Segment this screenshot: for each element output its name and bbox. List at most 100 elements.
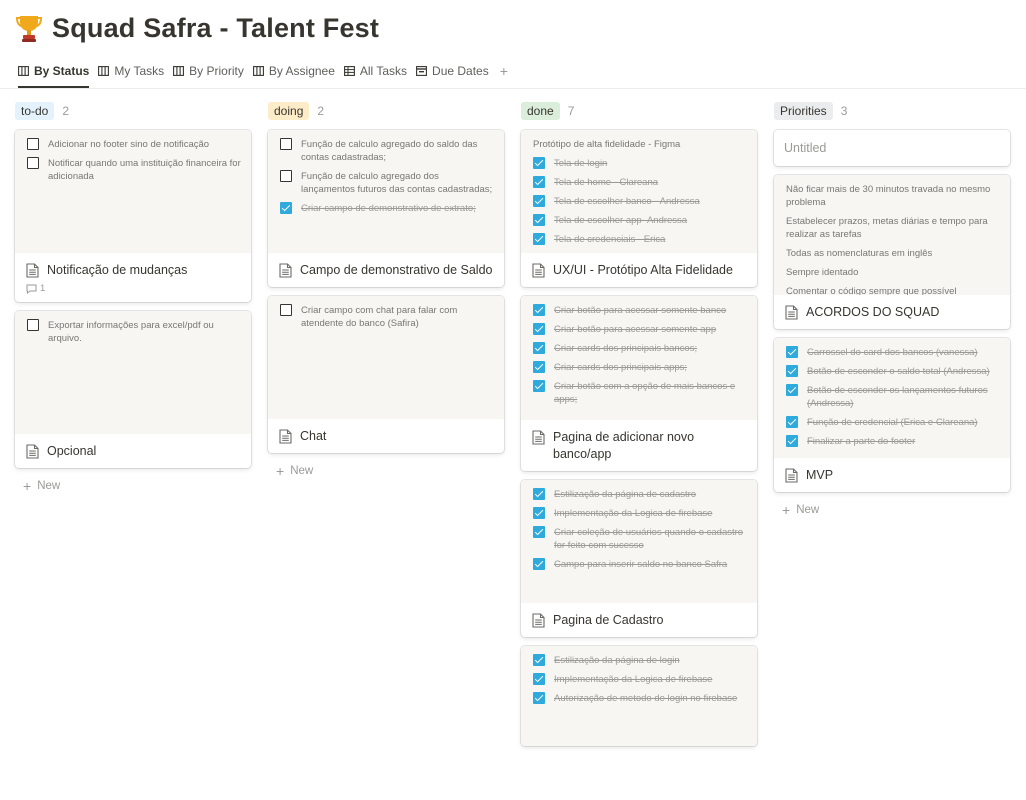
todo-item: Tela de home - Clareana: [533, 176, 747, 189]
view-tab-by-assignee[interactable]: By Assignee: [249, 60, 340, 82]
checkbox-checked[interactable]: [786, 384, 798, 396]
view-tab-due-dates[interactable]: Due Dates: [412, 60, 494, 82]
todo-item: Exportar informações para excel/pdf ou a…: [27, 319, 241, 345]
checkbox-checked[interactable]: [533, 214, 545, 226]
add-view-button[interactable]: +: [500, 63, 508, 79]
todo-text: Criar botão para acessar somente banco: [554, 305, 727, 316]
checkbox[interactable]: [280, 304, 292, 316]
card-title: MVP: [806, 468, 834, 482]
checkbox-checked[interactable]: [533, 304, 545, 316]
board-card[interactable]: Protótipo de alta fidelidade - Figma Tela…: [521, 130, 757, 287]
comment-icon: [26, 284, 40, 294]
checkbox[interactable]: [280, 170, 292, 182]
card-title-row: Pagina de Cadastro: [521, 603, 757, 637]
board-card[interactable]: Estilização da página de login Implementa…: [521, 646, 757, 746]
view-tab-by-priority[interactable]: By Priority: [169, 60, 249, 82]
todo-item: Função de calculo agregado dos lançament…: [280, 170, 494, 196]
todo-item: Função de credencial (Erica e Clareana): [786, 416, 1000, 429]
checkbox[interactable]: [27, 157, 39, 169]
card-title: Campo de demonstrativo de Saldo: [300, 263, 493, 277]
page-icon: [785, 305, 798, 320]
checkbox-checked[interactable]: [533, 195, 545, 207]
preview-line: Não ficar mais de 30 minutos travada no …: [786, 184, 991, 208]
todo-item: Finalizar a parte do footer: [786, 435, 1000, 448]
card-title: Pagina de Cadastro: [553, 613, 664, 627]
checkbox-checked[interactable]: [786, 416, 798, 428]
board-icon: [98, 66, 114, 76]
view-tab-all-tasks[interactable]: All Tasks: [340, 60, 412, 82]
checkbox-checked[interactable]: [533, 157, 545, 169]
board-card[interactable]: Estilização da página de cadastro Impleme…: [521, 480, 757, 637]
checkbox-checked[interactable]: [533, 654, 545, 666]
board-icon: [18, 66, 34, 76]
card-preview: Exportar informações para excel/pdf ou a…: [15, 311, 251, 434]
card-title-row: Opcional: [15, 434, 251, 468]
view-tab-by-status[interactable]: By Status: [14, 60, 94, 88]
todo-item: Estilização da página de login: [533, 654, 747, 667]
checkbox-checked[interactable]: [280, 202, 292, 214]
view-tabs: By Status My Tasks By Priority By Assignee A…: [14, 60, 508, 88]
card-title-row: MVP: [774, 458, 1010, 492]
checkbox-checked[interactable]: [533, 673, 545, 685]
board-card[interactable]: Criar botão para acessar somente banco Cr…: [521, 296, 757, 471]
checkbox[interactable]: [27, 138, 39, 150]
todo-text: Tela de escolher app- Andressa: [554, 215, 688, 226]
checkbox-checked[interactable]: [533, 526, 545, 538]
todo-text: Botão de esconder os lançamentos futuros…: [807, 385, 988, 409]
status-badge[interactable]: doing: [268, 102, 310, 120]
todo-text: Tela de escolher banco - Andressa: [554, 196, 700, 207]
status-badge[interactable]: Priorities: [774, 102, 833, 120]
board-card[interactable]: Criar campo com chat para falar com aten…: [268, 296, 504, 453]
card-preview: Não ficar mais de 30 minutos travada no …: [774, 175, 1010, 295]
comment-count-value: 1: [40, 283, 46, 294]
card-preview: Criar botão para acessar somente banco Cr…: [521, 296, 757, 420]
page-icon: [785, 468, 798, 483]
todo-text: Autorização de metodo de login no fireba…: [554, 693, 738, 704]
checkbox-checked[interactable]: [533, 361, 545, 373]
page-icon: [26, 444, 39, 459]
preview-line: Comentar o código sempre que possível: [786, 286, 957, 295]
checkbox-checked[interactable]: [786, 346, 798, 358]
todo-text: Tela de credenciais - Erica: [554, 234, 666, 245]
checkbox-checked[interactable]: [533, 342, 545, 354]
new-card-button[interactable]: + New: [15, 477, 251, 495]
board-card[interactable]: Exportar informações para excel/pdf ou a…: [15, 311, 251, 468]
new-card-button[interactable]: + New: [268, 462, 504, 480]
board-card[interactable]: Untitled: [774, 130, 1010, 166]
preview-line: Sempre identado: [786, 267, 859, 278]
checkbox-checked[interactable]: [533, 380, 545, 392]
page-icon: [532, 613, 545, 628]
board-card[interactable]: Não ficar mais de 30 minutos travada no …: [774, 175, 1010, 329]
todo-item: Implementação da Logica de firebase: [533, 673, 747, 686]
checkbox-checked[interactable]: [533, 488, 545, 500]
checkbox-checked[interactable]: [533, 176, 545, 188]
checkbox-checked[interactable]: [786, 435, 798, 447]
checkbox-checked[interactable]: [533, 233, 545, 245]
checkbox[interactable]: [280, 138, 292, 150]
board-card[interactable]: Adicionar no footer sino de notificação N…: [15, 130, 251, 302]
checkbox-checked[interactable]: [533, 692, 545, 704]
board-card[interactable]: Carrossel do card dos bancos (vanessa) Bo…: [774, 338, 1010, 492]
new-card-button[interactable]: + New: [774, 501, 1010, 519]
status-badge[interactable]: done: [521, 102, 560, 120]
todo-text: Adicionar no footer sino de notificação: [48, 139, 210, 150]
view-tab-label: All Tasks: [359, 64, 408, 78]
todo-text: Carrossel do card dos bancos (vanessa): [807, 347, 978, 358]
todo-item: Tela de escolher app- Andressa: [533, 214, 747, 227]
page-icon: [279, 429, 292, 444]
checkbox-checked[interactable]: [786, 365, 798, 377]
board-card[interactable]: Função de calculo agregado do saldo das …: [268, 130, 504, 287]
trophy-icon: [15, 13, 43, 43]
checkbox-checked[interactable]: [533, 323, 545, 335]
card-title-row: Notificação de mudanças: [15, 253, 251, 287]
todo-item: Campo para inserir saldo no banco Safra: [533, 558, 747, 571]
status-badge[interactable]: to-do: [15, 102, 55, 120]
checkbox-checked[interactable]: [533, 558, 545, 570]
todo-item: Carrossel do card dos bancos (vanessa): [786, 346, 1000, 359]
column-to-do: to-do 2 Adicionar no footer sino de notifi…: [15, 101, 251, 495]
checkbox-checked[interactable]: [533, 507, 545, 519]
view-tab-my-tasks[interactable]: My Tasks: [94, 60, 169, 82]
checkbox[interactable]: [27, 319, 39, 331]
todo-text: Estilização da página de login: [554, 655, 680, 666]
page-icon: [279, 263, 292, 278]
